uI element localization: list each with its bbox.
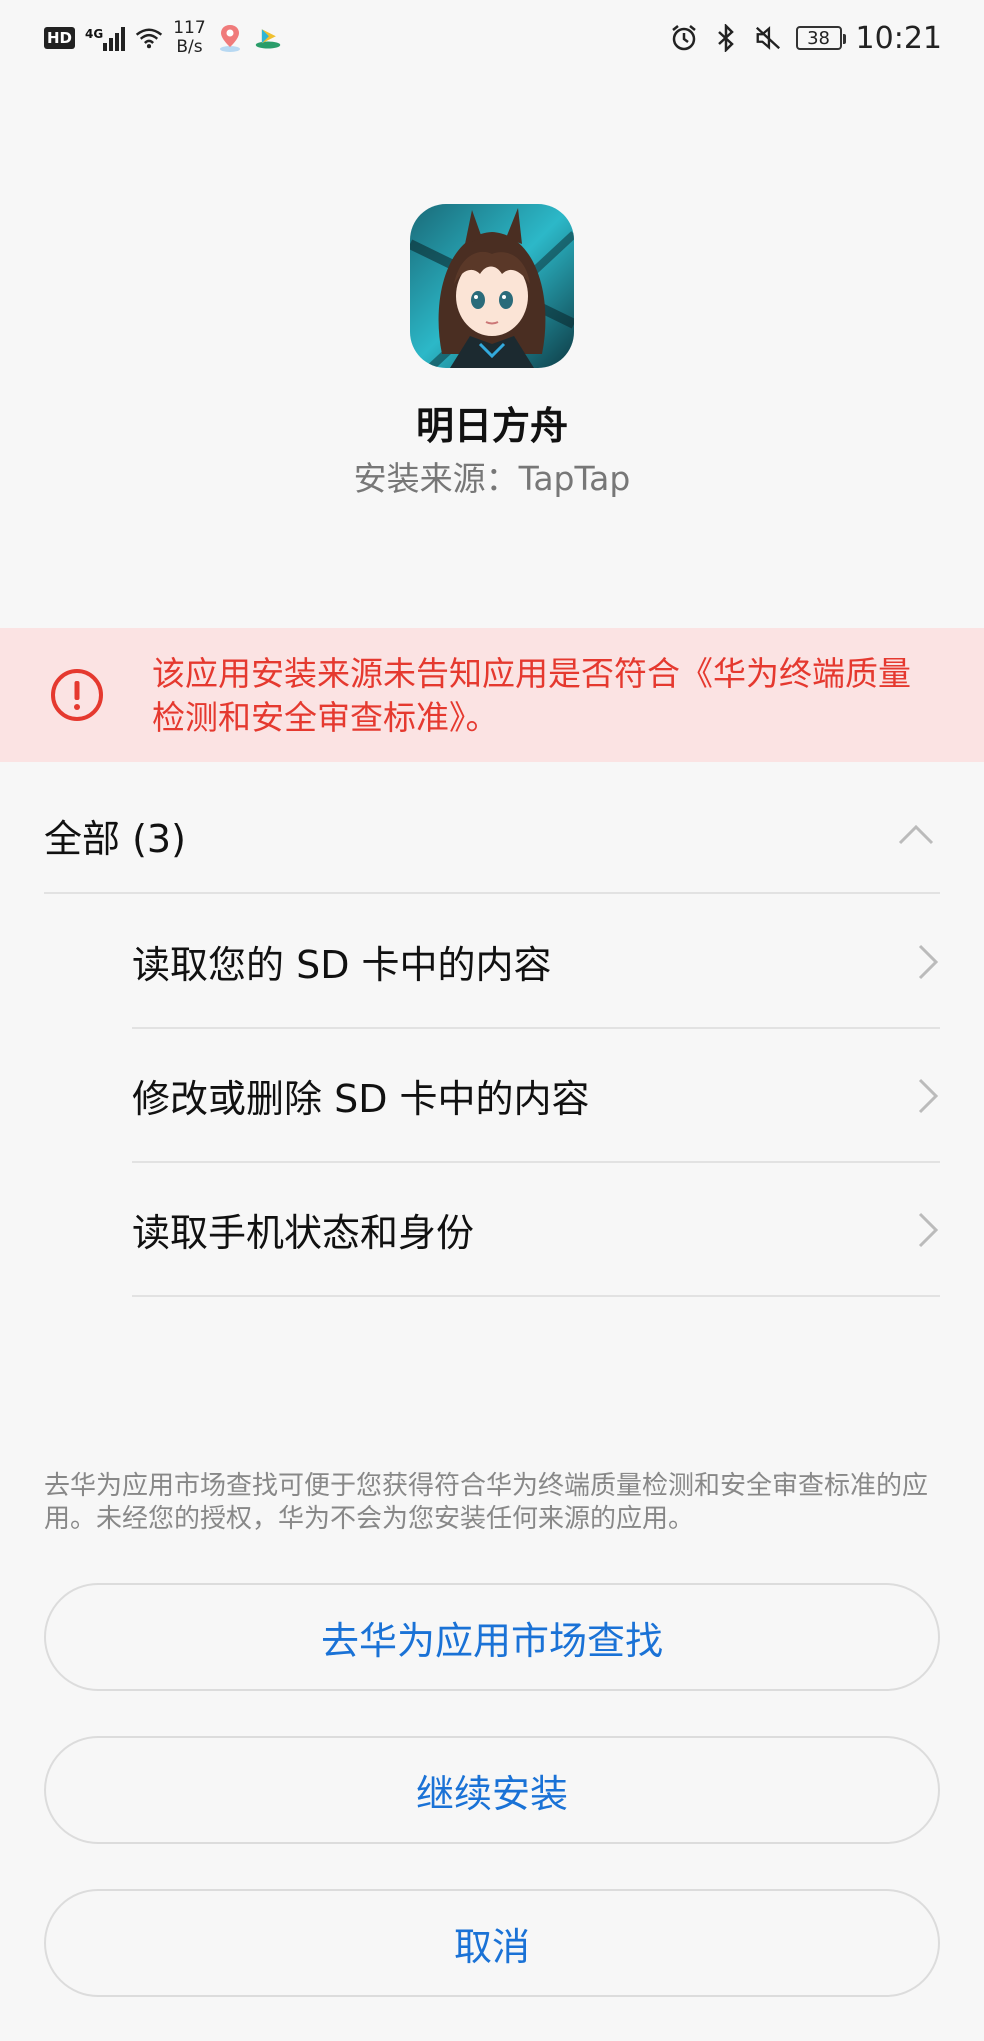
market-note: 去华为应用市场查找可便于您获得符合华为终端质量检测和安全审查标准的应用。未经您的… [44,1471,929,1534]
go-to-app-market-button[interactable]: 去华为应用市场查找 [44,1583,940,1691]
permission-item-read-sd[interactable]: 读取您的 SD 卡中的内容 [132,896,940,1029]
maps-icon [216,24,244,52]
speed-value: 117 [173,18,206,38]
warning-text: 该应用安装来源未告知应用是否符合《华为终端质量检测和安全审查标准》。 [152,654,911,737]
warning-icon [51,669,103,721]
status-bar: HD 4G 117 B/s 38 10:21 [0,0,984,74]
app-icon [410,204,574,368]
alarm-icon [670,24,698,52]
chevron-right-icon [918,944,939,979]
battery-icon: 38 [795,26,846,50]
network-type-label: 4G [85,27,104,41]
permission-label: 修改或删除 SD 卡中的内容 [132,1077,590,1121]
permissions-title: 全部 (3) [44,816,186,861]
cancel-button[interactable]: 取消 [44,1889,940,1997]
permission-item-phone-state[interactable]: 读取手机状态和身份 [132,1164,940,1297]
warning-banner: 该应用安装来源未告知应用是否符合《华为终端质量检测和安全审查标准》。 [0,628,984,762]
status-bar-left: HD 4G 117 B/s [44,16,282,60]
install-source: 安装来源：TapTap [353,459,631,498]
network-speed: 117 B/s [173,19,205,57]
app-name: 明日方舟 [415,404,568,448]
speed-unit: B/s [176,37,203,57]
permission-item-modify-sd[interactable]: 修改或删除 SD 卡中的内容 [132,1030,940,1163]
bluetooth-icon [712,24,740,52]
wifi-icon [135,24,163,52]
mute-icon [754,24,782,52]
status-bar-right: 38 10:21 [670,16,942,60]
continue-install-button[interactable]: 继续安装 [44,1736,940,1844]
chevron-up-icon [898,824,934,845]
permissions-header[interactable]: 全部 (3) [44,778,940,894]
clock: 10:21 [855,20,942,56]
chevron-right-icon [918,1212,939,1247]
video-app-icon [254,24,282,52]
permission-label: 读取手机状态和身份 [132,1211,475,1255]
permission-label: 读取您的 SD 卡中的内容 [132,943,552,987]
signal-icon: 4G [85,25,126,51]
chevron-right-icon [918,1078,939,1113]
hd-icon: HD [44,27,76,49]
